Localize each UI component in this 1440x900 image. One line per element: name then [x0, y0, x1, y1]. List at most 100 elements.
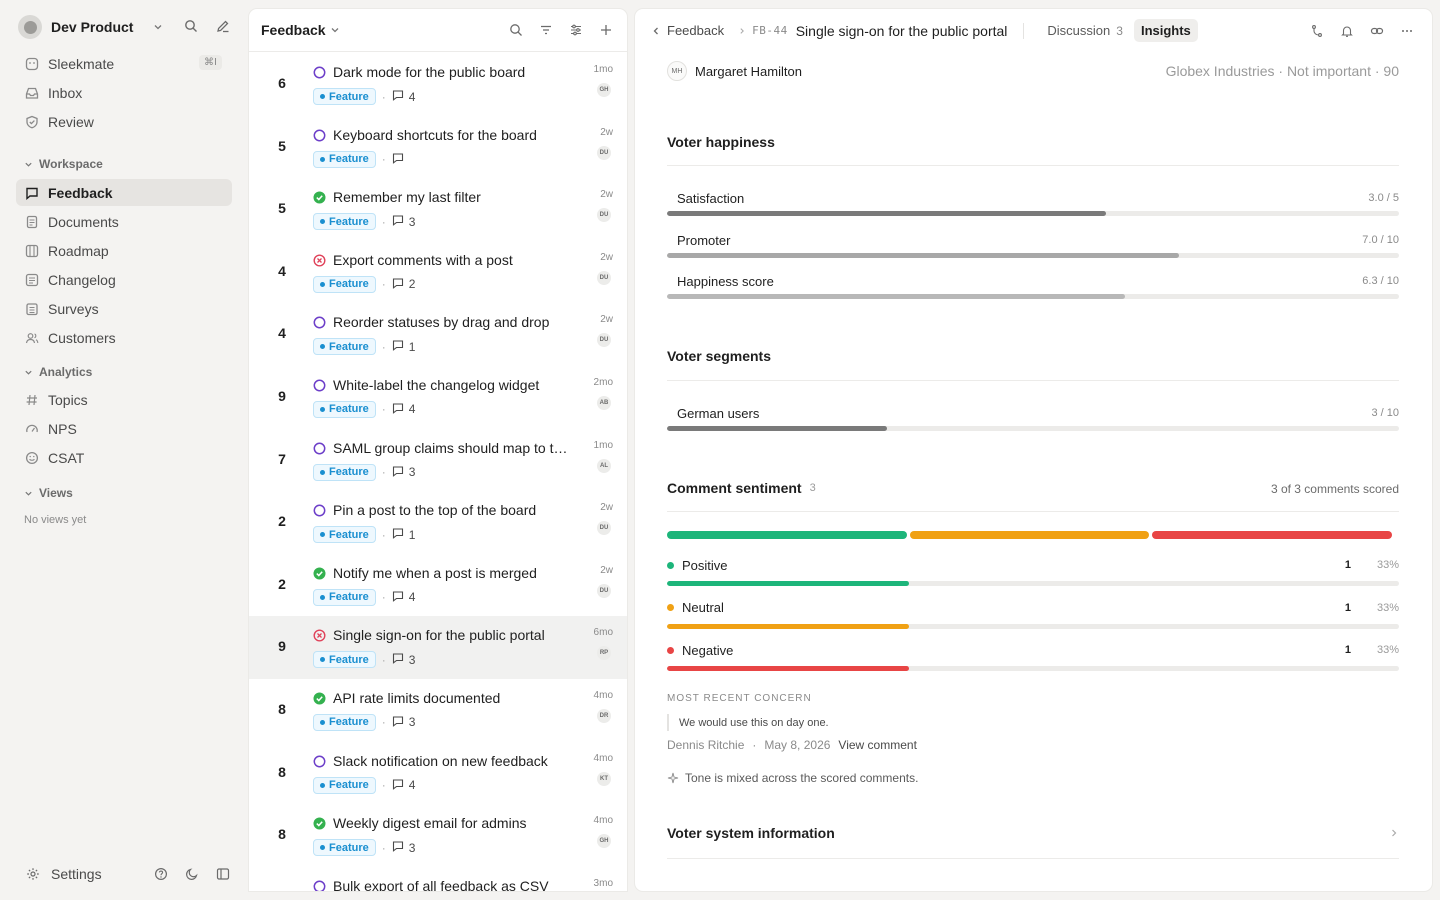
more-icon[interactable] — [1398, 22, 1416, 40]
status-open-icon[interactable] — [313, 66, 326, 79]
section-workspace[interactable]: Workspace — [24, 157, 103, 171]
status-done-icon[interactable] — [313, 692, 326, 705]
post-age: 2w — [600, 502, 613, 514]
progress-fill — [667, 426, 887, 431]
link-icon[interactable] — [1368, 22, 1386, 40]
progress-fill — [667, 623, 909, 629]
tag-badge[interactable]: Feature — [313, 463, 376, 481]
status-open-icon[interactable] — [313, 755, 326, 768]
status-declined-icon[interactable] — [313, 254, 326, 267]
list-item[interactable]: Bulk export of all feedback as CSV 3mo — [249, 867, 627, 891]
tag-badge[interactable]: Feature — [313, 713, 376, 731]
sidebar-item-surveys[interactable]: Surveys — [16, 295, 232, 322]
tag-badge[interactable]: Feature — [313, 588, 376, 606]
sidebar-item-documents[interactable]: Documents — [16, 208, 232, 235]
status-open-icon[interactable] — [313, 880, 326, 891]
chevron-right-icon — [740, 27, 745, 34]
bell-icon[interactable] — [1338, 22, 1356, 40]
list-item[interactable]: 9 Single sign-on for the public portal Fea… — [249, 616, 627, 679]
status-open-icon[interactable] — [313, 316, 326, 329]
breadcrumb-back[interactable]: Feedback — [651, 23, 724, 38]
list-item[interactable]: 9 White-label the changelog widget Feature… — [249, 366, 627, 429]
sidebar-item-review[interactable]: Review — [16, 108, 232, 135]
add-icon[interactable] — [597, 21, 615, 39]
status-open-icon[interactable] — [313, 504, 326, 517]
status-done-icon[interactable] — [313, 817, 326, 830]
post-meta: Feature · 3 — [313, 839, 415, 857]
tab-discussion[interactable]: Discussion 3 — [1040, 19, 1130, 42]
post-age: 2w — [600, 314, 613, 326]
list-item[interactable]: 8 Weekly digest email for admins Feature · 3… — [249, 804, 627, 867]
settings-link[interactable]: Settings — [51, 866, 102, 882]
tag-badge[interactable]: Feature — [313, 213, 376, 231]
list-item[interactable]: 8 Slack notification on new feedback Featu… — [249, 742, 627, 805]
sidebar-item-roadmap[interactable]: Roadmap — [16, 237, 232, 264]
status-open-icon[interactable] — [313, 129, 326, 142]
sidebar-toggle-icon[interactable] — [214, 865, 232, 883]
metric-value: 3.0 / 5 — [1368, 192, 1399, 204]
section-analytics[interactable]: Analytics — [24, 365, 92, 379]
sentiment-label: Negative — [682, 642, 734, 658]
status-open-icon[interactable] — [313, 379, 326, 392]
tag-badge[interactable]: Feature — [313, 400, 376, 418]
tag-badge[interactable]: Feature — [313, 651, 376, 669]
post-meta: Feature · 1 — [313, 526, 415, 544]
view-comment-link[interactable]: View comment — [838, 738, 916, 752]
comment-count-value: 4 — [408, 778, 416, 793]
list-item[interactable]: 5 Remember my last filter Feature · 3 2w DU — [249, 178, 627, 241]
sidebar-item-csat[interactable]: CSAT — [16, 444, 232, 471]
gear-icon[interactable] — [24, 865, 42, 883]
branch-icon[interactable] — [1308, 22, 1326, 40]
help-icon[interactable] — [152, 865, 170, 883]
status-declined-icon[interactable] — [313, 629, 326, 642]
list-item[interactable]: 8 API rate limits documented Feature · 3 4mo D… — [249, 679, 627, 742]
sentiment-dot — [667, 604, 674, 611]
sidebar-item-nps[interactable]: NPS — [16, 415, 232, 442]
voter-row[interactable]: MH Margaret Hamilton Globex Industries ·… — [667, 61, 1399, 81]
tag-badge[interactable]: Feature — [313, 88, 376, 105]
filter-icon[interactable] — [537, 21, 555, 39]
post-list: 6 Dark mode for the public board Feature · 4… — [249, 53, 627, 891]
sidebar-item-topics[interactable]: Topics — [16, 386, 232, 413]
list-item[interactable]: 5 Keyboard shortcuts for the board Feature… — [249, 116, 627, 179]
sidebar-item-changelog[interactable]: Changelog — [16, 266, 232, 293]
search-icon[interactable] — [507, 21, 525, 39]
list-item[interactable]: 6 Dark mode for the public board Feature · 4… — [249, 53, 627, 116]
list-title-dropdown[interactable]: Feedback — [261, 22, 340, 38]
sentiment-dot — [667, 646, 674, 654]
meta-separator: · — [381, 339, 386, 354]
post-meta: Feature · 4 — [313, 88, 415, 105]
detail-header: Feedback FB-44 Single sign-on for the pu… — [635, 9, 1432, 52]
status-done-icon[interactable] — [313, 191, 326, 204]
sidebar-item-sleekmate[interactable]: Sleekmate ⌘I — [16, 50, 232, 77]
tag-badge[interactable]: Feature — [313, 150, 376, 168]
section-title: Voter segments — [667, 348, 771, 364]
comment-count-value: 3 — [408, 652, 416, 667]
sidebar-item-customers[interactable]: Customers — [16, 324, 232, 351]
tag-badge[interactable]: Feature — [313, 839, 376, 857]
tag-badge[interactable]: Feature — [313, 776, 376, 794]
tag-badge[interactable]: Feature — [313, 275, 376, 293]
voter-system-info-toggle[interactable]: Voter system information — [667, 825, 1399, 841]
tag-badge[interactable]: Feature — [313, 526, 376, 544]
compose-icon[interactable] — [214, 17, 232, 35]
status-done-icon[interactable] — [313, 567, 326, 580]
list-item[interactable]: 4 Reorder statuses by drag and drop Featur… — [249, 303, 627, 366]
voter-segments-title: Voter segments — [667, 348, 771, 364]
list-item[interactable]: 2 Pin a post to the top of the board Featu… — [249, 491, 627, 554]
sliders-icon[interactable] — [567, 21, 585, 39]
search-icon[interactable] — [182, 17, 200, 35]
list-item[interactable]: 2 Notify me when a post is merged Feature ·… — [249, 554, 627, 617]
workspace-switcher[interactable]: Dev Product — [18, 15, 232, 39]
list-item[interactable]: 4 Export comments with a post Feature · 2 2w D… — [249, 241, 627, 304]
status-open-icon[interactable] — [313, 442, 326, 455]
list-item[interactable]: 7 SAML group claims should map to teams Fe… — [249, 429, 627, 492]
section-views[interactable]: Views — [24, 486, 73, 500]
tag-badge[interactable]: Feature — [313, 338, 376, 356]
moon-icon[interactable] — [183, 865, 201, 883]
sentiment-percent: 33% — [1376, 601, 1399, 614]
sidebar-item-label: Inbox — [48, 84, 83, 101]
tab-insights[interactable]: Insights — [1133, 19, 1198, 42]
sidebar-item-feedback[interactable]: Feedback — [16, 179, 232, 206]
sidebar-item-inbox[interactable]: Inbox — [16, 79, 232, 106]
